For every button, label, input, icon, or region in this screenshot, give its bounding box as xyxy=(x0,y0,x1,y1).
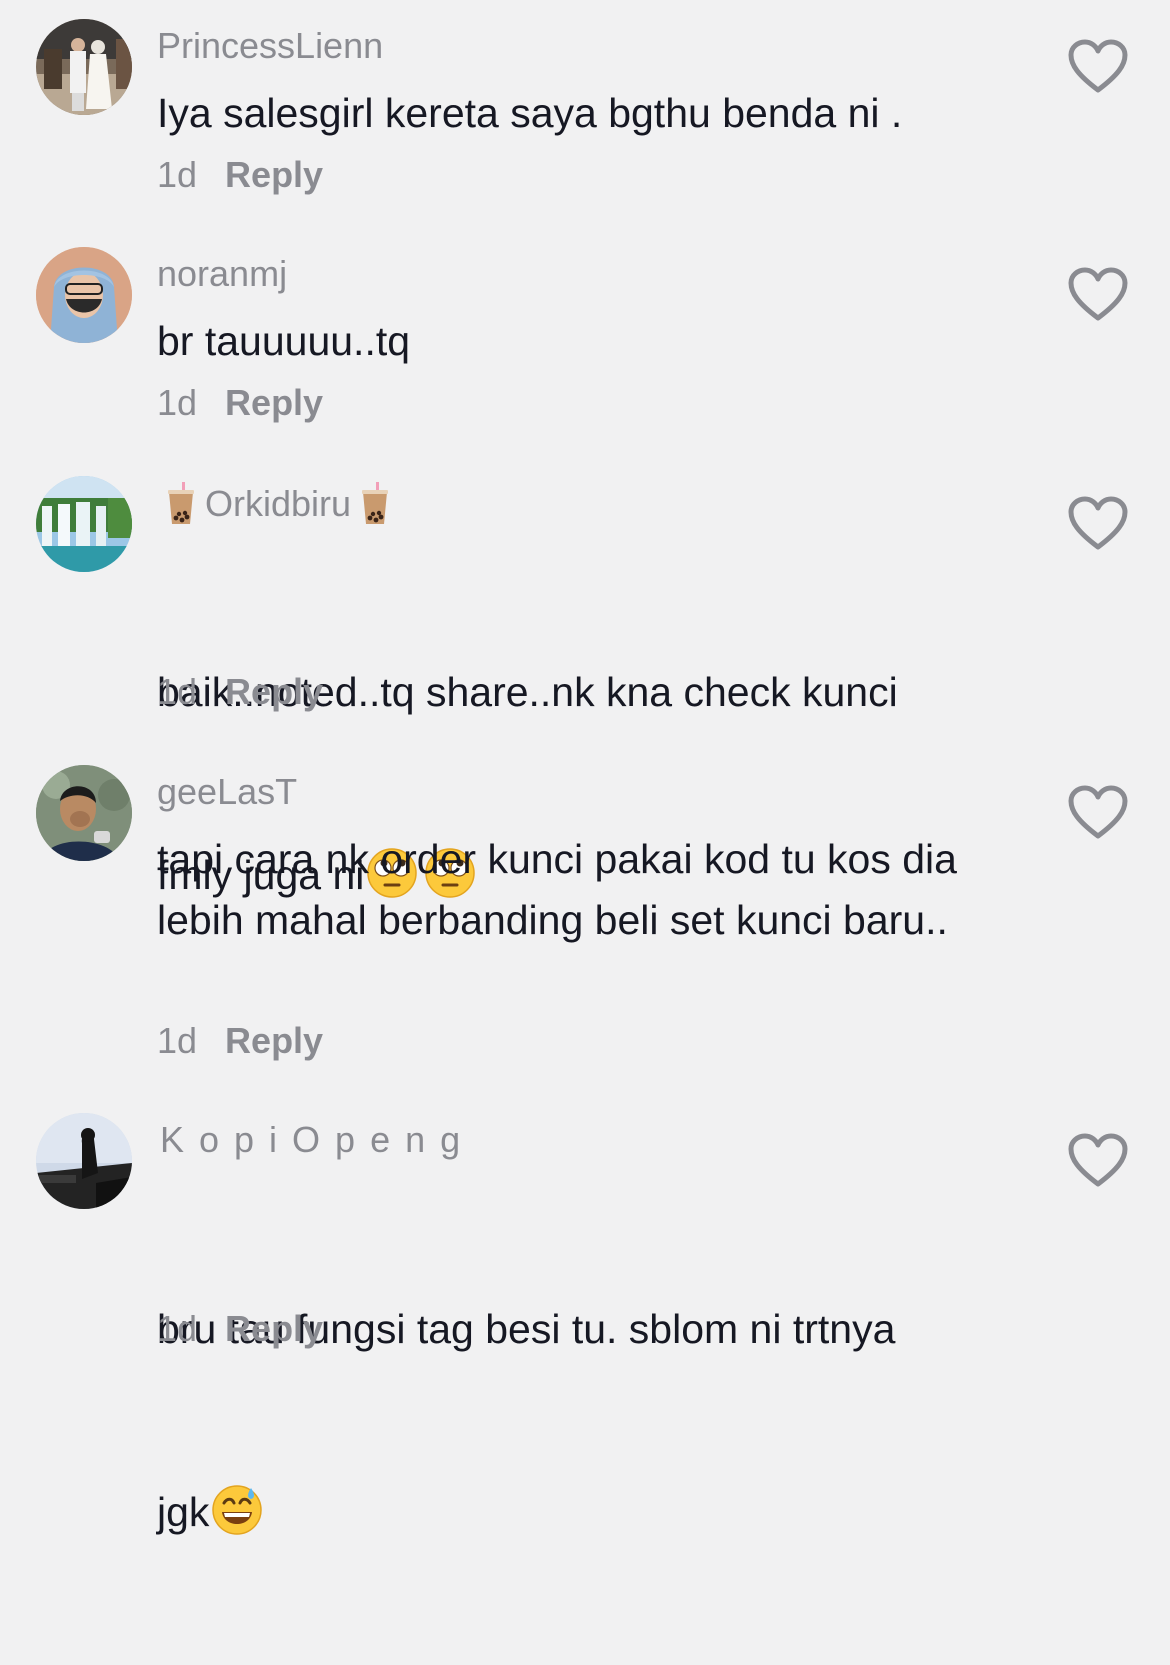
comment-meta: 1d Reply xyxy=(157,1020,323,1062)
avatar[interactable] xyxy=(36,247,132,343)
heart-icon[interactable] xyxy=(1068,267,1128,323)
comment-text: br tauuuuu..tq xyxy=(157,318,411,364)
comment-username[interactable]: geeLasT xyxy=(157,771,297,813)
comment-meta: 1d Reply xyxy=(157,382,323,424)
comment-text: Iya salesgirl kereta saya bgthu benda ni… xyxy=(157,90,903,136)
grinning-face-with-sweat-emoji xyxy=(212,1485,263,1535)
reply-button[interactable]: Reply xyxy=(225,671,323,712)
reply-button[interactable]: Reply xyxy=(225,382,323,423)
avatar[interactable] xyxy=(36,765,132,861)
comment-time: 1d xyxy=(157,671,198,712)
comment-text-line: jgk xyxy=(157,1482,977,1543)
comment-time: 1d xyxy=(157,1308,198,1349)
comment-text-tail: jgk xyxy=(157,1489,210,1535)
comment-meta: 1d Reply xyxy=(157,154,323,196)
avatar[interactable] xyxy=(36,1113,132,1209)
heart-icon[interactable] xyxy=(1068,1133,1128,1189)
bubble-tea-icon xyxy=(168,482,194,524)
comment-time: 1d xyxy=(157,154,198,195)
comment-time: 1d xyxy=(157,1020,198,1061)
comment-time: 1d xyxy=(157,382,198,423)
reply-button[interactable]: Reply xyxy=(225,154,323,195)
heart-icon[interactable] xyxy=(1068,785,1128,841)
comment-meta: 1d Reply xyxy=(157,1308,323,1350)
comment-username[interactable]: KopiOpeng xyxy=(160,1119,475,1161)
comment-text: bru tau fungsi tag besi tu. sblom ni trt… xyxy=(157,1177,977,1665)
heart-icon[interactable] xyxy=(1068,496,1128,552)
avatar[interactable] xyxy=(36,476,132,572)
comment-username[interactable]: noranmj xyxy=(157,253,287,295)
bubble-tea-icon xyxy=(362,482,389,524)
reply-button[interactable]: Reply xyxy=(225,1308,323,1349)
comment-meta: 1d Reply xyxy=(157,671,323,713)
heart-icon[interactable] xyxy=(1068,39,1128,95)
username-label: Orkidbiru xyxy=(205,483,352,524)
reply-button[interactable]: Reply xyxy=(225,1020,323,1061)
avatar[interactable] xyxy=(36,19,132,115)
comment-username[interactable]: PrincessLienn xyxy=(157,25,383,67)
comment-username[interactable]: Orkidbiru xyxy=(157,482,399,526)
comment-text: tapi cara nk order kunci pakai kod tu ko… xyxy=(157,836,969,943)
